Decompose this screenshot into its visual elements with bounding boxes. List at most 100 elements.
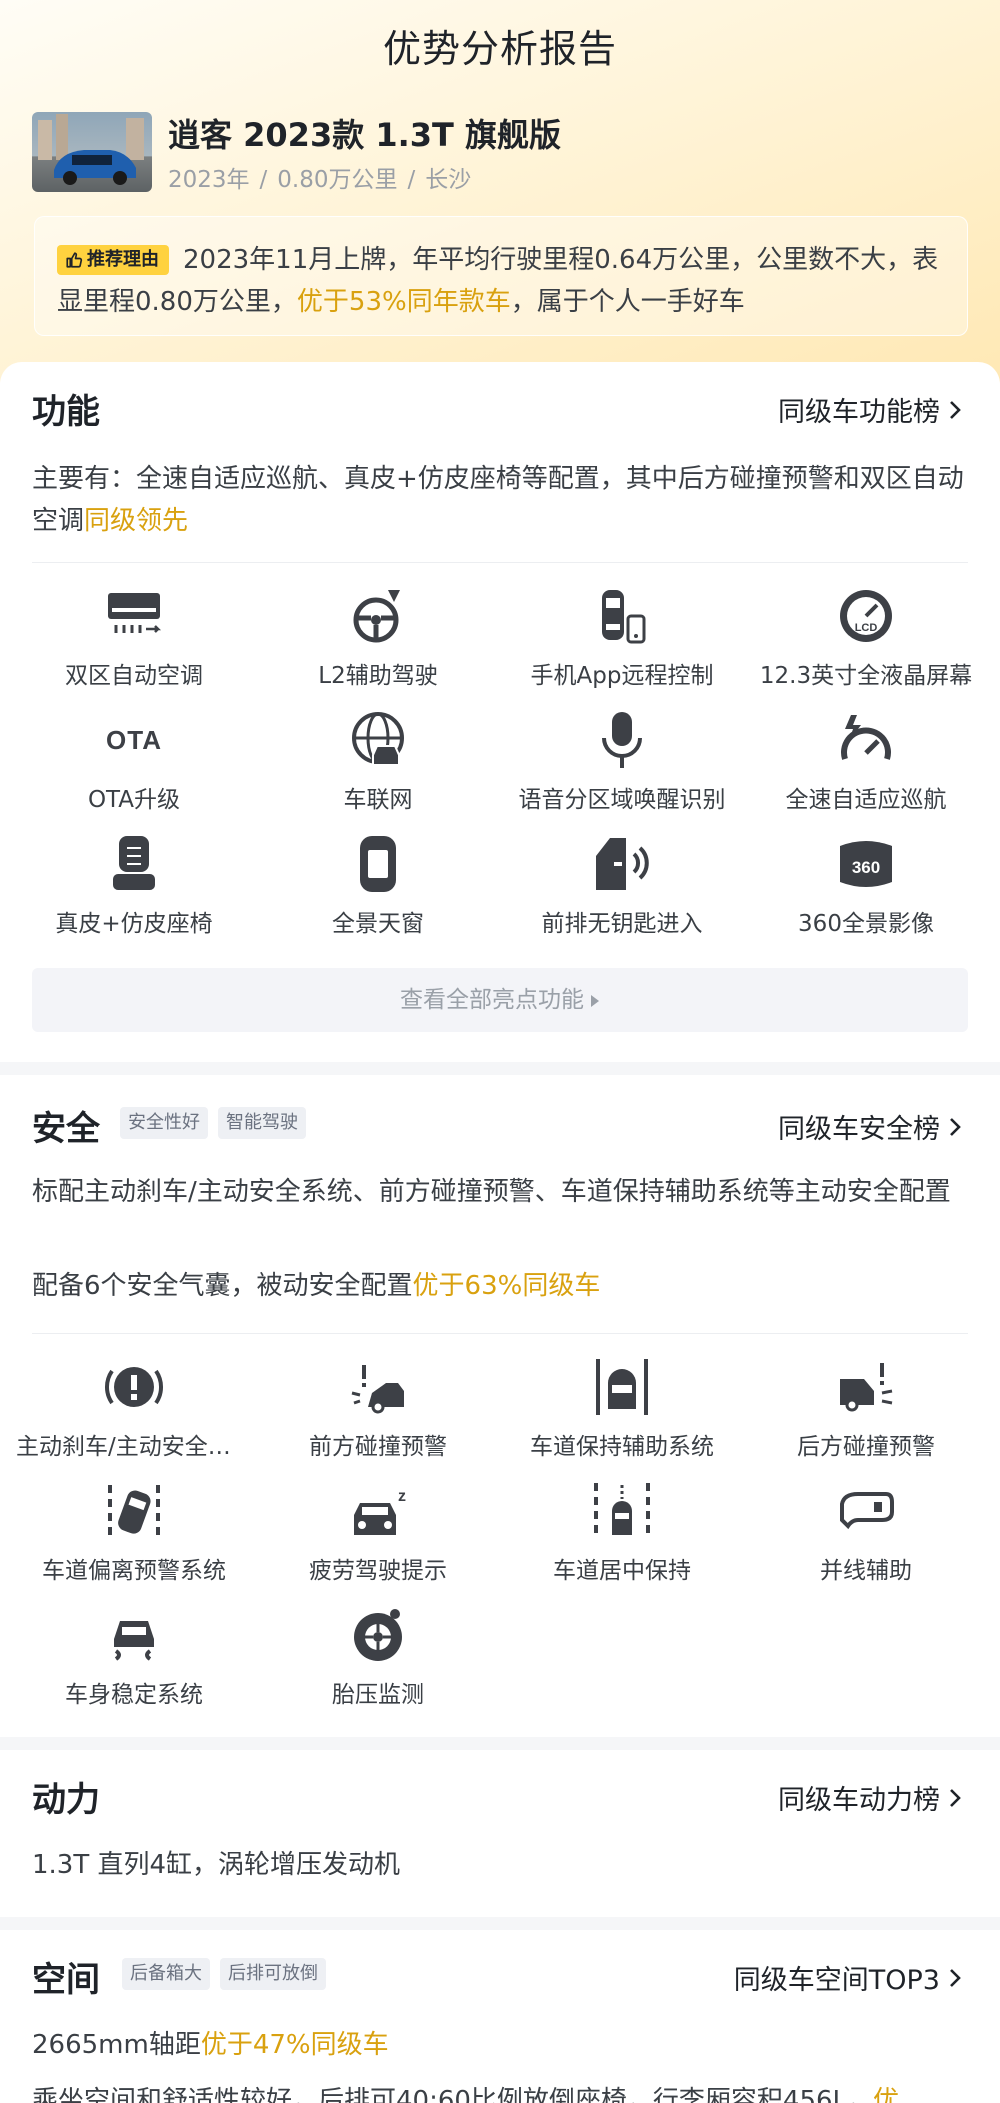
space-tag: 后排可放倒 (220, 1958, 326, 1990)
feature-item[interactable]: 手机App远程控制 (500, 584, 744, 708)
car-name: 逍客 2023款 1.3T 旗舰版 (168, 116, 562, 154)
feature-item[interactable]: 车联网 (256, 708, 500, 832)
camera-360-icon: 360 (834, 832, 898, 896)
feature-item[interactable]: 车身稳定系统 (12, 1603, 256, 1727)
lane-center-icon (590, 1479, 654, 1543)
chevron-right-icon (950, 1117, 961, 1136)
feature-item[interactable]: 前排无钥匙进入 (500, 832, 744, 956)
feature-item[interactable]: OTA OTA升级 (12, 708, 256, 832)
feature-label: 车道居中保持 (553, 1558, 691, 1584)
feature-item[interactable]: 车道居中保持 (500, 1479, 744, 1603)
recommend-tag: 推荐理由 (57, 245, 169, 275)
feature-label: 360全景影像 (798, 911, 934, 937)
car-city: 长沙 (425, 167, 472, 193)
power-title: 动力 (32, 1780, 100, 1820)
feature-label: L2辅助驾驶 (318, 663, 438, 689)
hero-header: 优势分析报告 逍客 2023款 1.3T 旗舰版 2023年 / 0.80万公里 / 长… (0, 0, 1000, 400)
space-section: 空间 后备箱大 后排可放倒 同级车空间TOP3 2665mm轴距优于47%同级车… (0, 1930, 1000, 2103)
feature-label: 12.3英寸全液晶屏幕 (759, 663, 973, 689)
cruise-icon (834, 708, 898, 772)
triangle-right-icon (591, 995, 599, 1007)
safety-desc-passive: 配备6个安全气囊，被动安全配置优于63%同级车 (32, 1265, 972, 1307)
mirror-blind-spot-icon (834, 1479, 898, 1543)
feature-label: 车道偏离预警系统 (42, 1558, 226, 1584)
feature-label: 全景天窗 (332, 911, 424, 937)
svg-text:z: z (398, 1488, 406, 1505)
space-desc-comfort-text: 乘坐空间和舒适性较好，后排可40:60比例放倒座椅，行李厢容积456L， (32, 2086, 874, 2103)
car-year: 2023年 (168, 167, 250, 193)
safety-section: 安全 安全性好 智能驾驶 同级车安全榜 标配主动刹车/主动安全系统、前方碰撞预警… (0, 1075, 1000, 1737)
meta-separator: / (407, 167, 416, 193)
feature-label: OTA升级 (87, 787, 181, 813)
microphone-icon (590, 708, 654, 772)
ac-icon (102, 584, 166, 648)
view-all-features-button[interactable]: 查看全部亮点功能 (32, 968, 968, 1032)
power-section: 动力 同级车动力榜 1.3T 直列4缸，涡轮增压发动机 (0, 1750, 1000, 1917)
ota-icon: OTA (102, 708, 166, 772)
lcd-gauge-icon: LCD (834, 584, 898, 648)
feature-label: 车身稳定系统 (65, 1682, 203, 1708)
feature-item[interactable]: 车道保持辅助系统 (500, 1355, 744, 1479)
feature-item[interactable]: 360 360全景影像 (744, 832, 988, 956)
function-section: 功能 同级车功能榜 主要有：全速自适应巡航、真皮+仿皮座椅等配置，其中后方碰撞预… (0, 362, 1000, 1062)
feature-item[interactable]: L2辅助驾驶 (256, 584, 500, 708)
space-title: 空间 (32, 1960, 100, 2000)
feature-label: 车联网 (343, 787, 413, 813)
feature-item[interactable]: 真皮+仿皮座椅 (12, 832, 256, 956)
feature-label: 并线辅助 (820, 1558, 912, 1584)
feature-item[interactable]: 主动刹车/主动安全系统 (12, 1355, 256, 1479)
feature-item[interactable]: 后方碰撞预警 (744, 1355, 988, 1479)
function-rank-link[interactable]: 同级车功能榜 (778, 390, 962, 429)
function-desc: 主要有：全速自适应巡航、真皮+仿皮座椅等配置，其中后方碰撞预警和双区自动空调同级… (32, 458, 972, 542)
feature-label: 全速自适应巡航 (785, 787, 947, 813)
svg-text:LCD: LCD (855, 622, 878, 634)
feature-label: 胎压监测 (332, 1682, 424, 1708)
safety-rank-link[interactable]: 同级车安全榜 (778, 1107, 962, 1146)
assisted-driving-icon (346, 584, 410, 648)
power-desc: 1.3T 直列4缸，涡轮增压发动机 (32, 1850, 401, 1880)
feature-item[interactable]: 前方碰撞预警 (256, 1355, 500, 1479)
feature-item[interactable]: 车道偏离预警系统 (12, 1479, 256, 1603)
function-desc-highlight: 同级领先 (84, 506, 189, 536)
lane-keep-icon (590, 1355, 654, 1419)
function-grid: 双区自动空调 L2辅助驾驶 手机App远程控制 LCD 12.3英寸全液晶屏幕 … (12, 584, 988, 956)
safety-grid: 主动刹车/主动安全系统 前方碰撞预警 车道保持辅助系统 后方碰撞预警 车道偏离预… (12, 1355, 988, 1727)
space-rank-label: 同级车空间TOP3 (733, 1965, 940, 1996)
feature-label: 手机App远程控制 (530, 663, 714, 689)
space-desc-highlight: 优于47%同级车 (200, 2030, 389, 2060)
space-desc-comfort: 乘坐空间和舒适性较好，后排可40:60比例放倒座椅，行李厢容积456L，优 (32, 2080, 972, 2103)
feature-item[interactable]: 双区自动空调 (12, 584, 256, 708)
chevron-right-icon (950, 1968, 961, 1987)
reason-highlight: 优于53%同年款车 (296, 287, 511, 317)
car-meta: 2023年 / 0.80万公里 / 长沙 (168, 160, 471, 194)
lane-departure-icon (102, 1479, 166, 1543)
feature-item[interactable]: 胎压监测 (256, 1603, 500, 1727)
sunroof-icon (346, 832, 410, 896)
camera-360-text: 360 (852, 858, 880, 877)
phone-remote-icon (590, 584, 654, 648)
thumbs-up-icon (66, 252, 83, 268)
space-rank-link[interactable]: 同级车空间TOP3 (734, 1958, 962, 1997)
feature-item[interactable]: 语音分区域唤醒识别 (500, 708, 744, 832)
space-desc-wheelbase: 2665mm轴距优于47%同级车 (32, 2024, 972, 2066)
chevron-right-icon (950, 400, 961, 419)
keyless-door-icon (590, 832, 654, 896)
feature-item[interactable]: LCD 12.3英寸全液晶屏幕 (744, 584, 988, 708)
feature-label: 语音分区域唤醒识别 (518, 787, 726, 813)
car-thumbnail[interactable] (32, 112, 152, 192)
feature-label: 前排无钥匙进入 (541, 911, 703, 937)
view-all-label: 查看全部亮点功能 (400, 987, 584, 1013)
power-rank-link[interactable]: 同级车动力榜 (778, 1778, 962, 1817)
function-rank-label: 同级车功能榜 (778, 397, 940, 428)
car-mileage: 0.80万公里 (277, 167, 398, 193)
feature-item[interactable]: 全速自适应巡航 (744, 708, 988, 832)
feature-item[interactable]: 全景天窗 (256, 832, 500, 956)
feature-label: 疲劳驾驶提示 (309, 1558, 447, 1584)
space-tags: 后备箱大 后排可放倒 (122, 1958, 326, 1990)
feature-label: 前方碰撞预警 (309, 1434, 447, 1460)
feature-item[interactable]: 并线辅助 (744, 1479, 988, 1603)
rear-collision-icon (834, 1355, 898, 1419)
feature-item[interactable]: z 疲劳驾驶提示 (256, 1479, 500, 1603)
safety-rank-label: 同级车安全榜 (778, 1114, 940, 1145)
brake-warning-icon (102, 1355, 166, 1419)
